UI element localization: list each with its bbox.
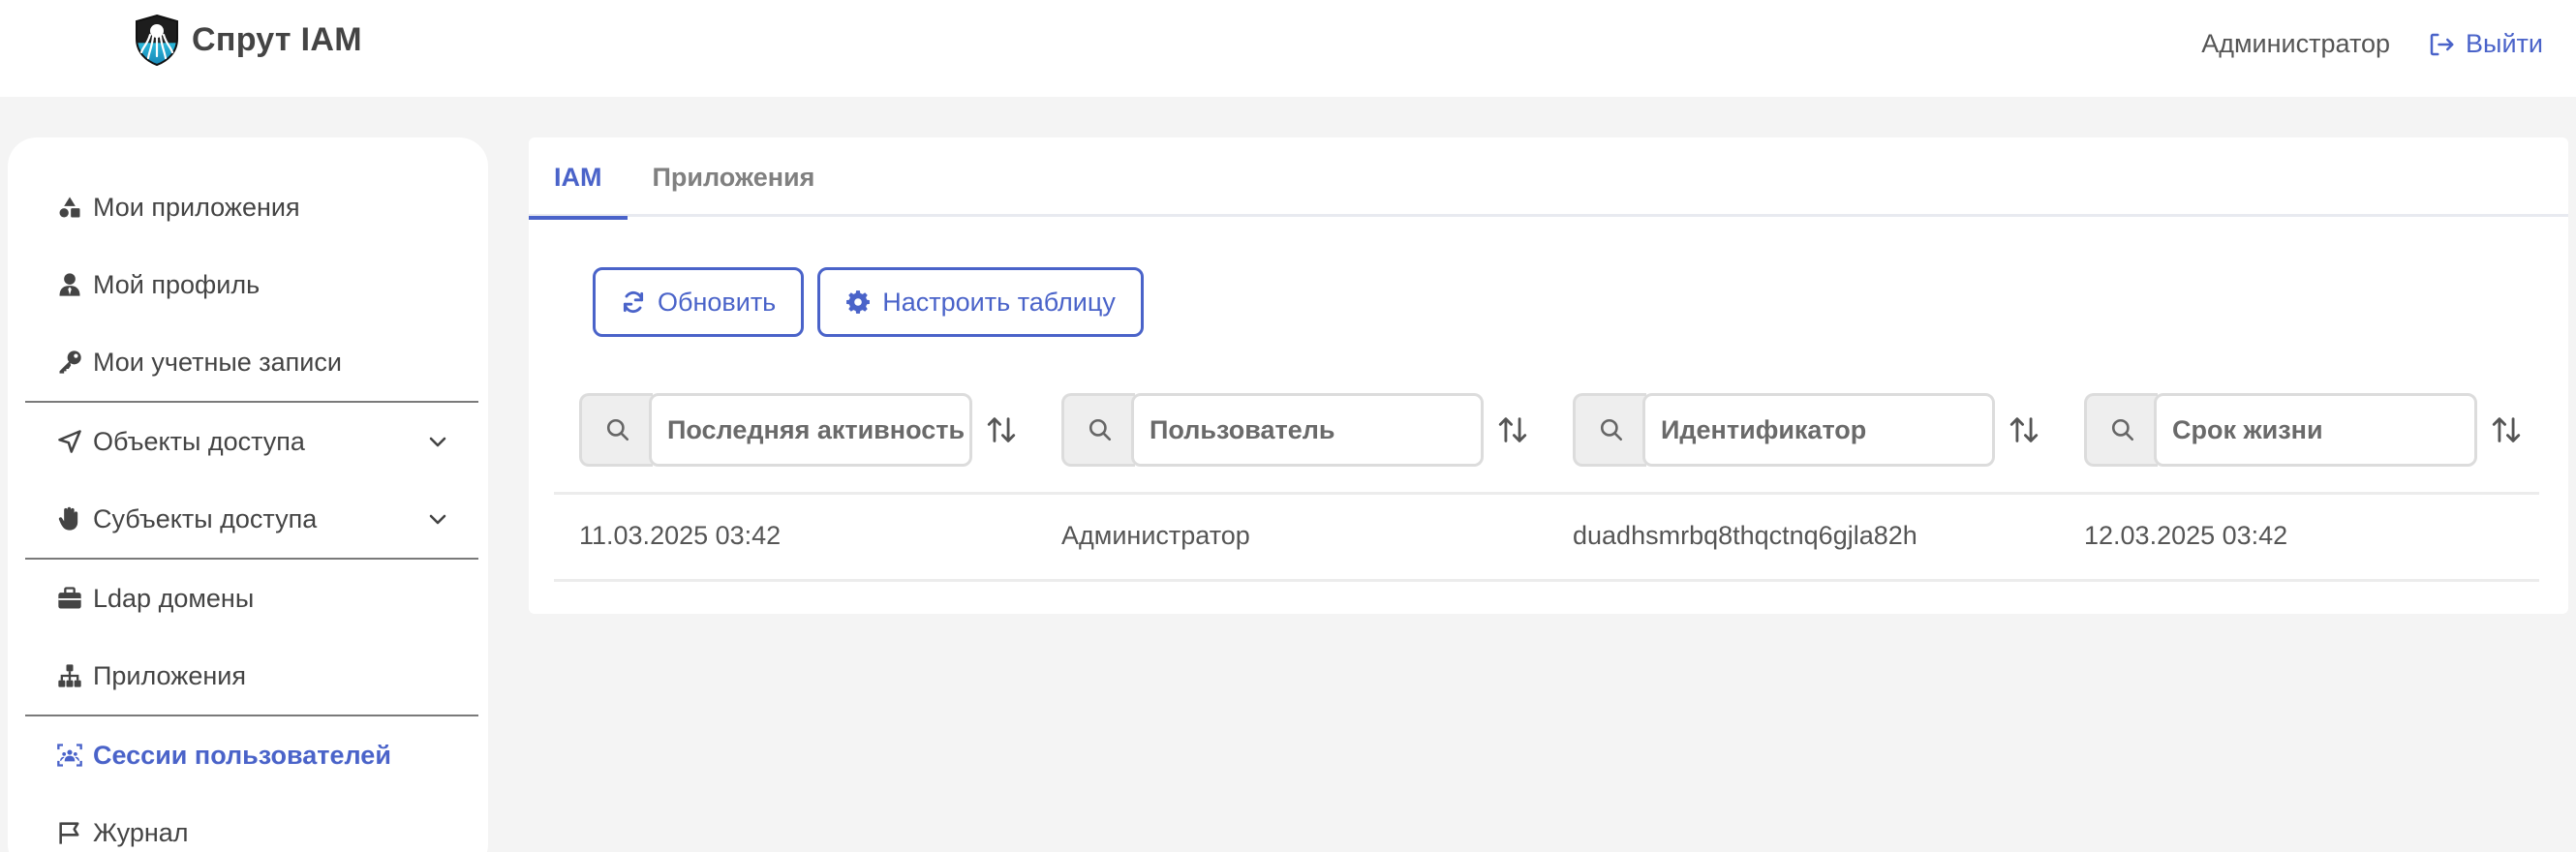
sidebar-item-label: Мои приложения	[93, 192, 300, 222]
search-icon	[1600, 418, 1622, 441]
logout-label: Выйти	[2466, 29, 2543, 58]
last-activity-filter-input[interactable]: Последняя активность	[649, 393, 972, 467]
sidebar-item-label: Сессии пользователей	[93, 740, 391, 770]
logout-button[interactable]: Выйти	[2427, 29, 2543, 59]
sidebar-item-applications[interactable]: Приложения	[25, 637, 478, 715]
configure-table-button[interactable]: Настроить таблицу	[817, 267, 1144, 337]
top-header: Спрут IAM Администратор Выйти	[0, 0, 2576, 97]
tab-iam[interactable]: IAM	[529, 137, 628, 220]
filter-user: Пользователь	[1061, 393, 1532, 467]
search-icon-box[interactable]	[2084, 393, 2158, 467]
sidebar-item-label: Приложения	[93, 660, 246, 690]
main-panel: IAM Приложения Обновить Настроить таблиц…	[529, 137, 2568, 614]
cell-lifetime: 12.03.2025 03:42	[2084, 521, 2288, 550]
table-divider	[554, 579, 2539, 582]
search-icon	[1089, 418, 1111, 441]
sidebar-item-my-accounts[interactable]: Мои учетные записи	[25, 323, 478, 401]
brand-name: Спрут IAM	[192, 20, 362, 58]
sidebar-item-user-sessions[interactable]: Сессии пользователей	[25, 716, 478, 794]
sidebar-item-label: Субъекты доступа	[93, 503, 318, 533]
lifetime-filter-input[interactable]: Срок жизни	[2154, 393, 2477, 467]
sidebar: Мои приложения Мой профиль Мои учетные з…	[8, 137, 488, 852]
sort-lifetime-button[interactable]	[2487, 411, 2526, 449]
search-icon-box[interactable]	[579, 393, 653, 467]
sort-arrows-icon	[1498, 417, 1527, 442]
sort-arrows-icon	[2009, 417, 2039, 442]
table-divider	[554, 492, 2539, 495]
users-scan-icon	[56, 742, 83, 769]
sidebar-item-label: Мой профиль	[93, 269, 261, 299]
current-user-name[interactable]: Администратор	[2201, 29, 2390, 59]
cell-identifier: duadhsmrbq8thqctnq6gjla82h	[1573, 521, 1917, 550]
identifier-filter-input[interactable]: Идентификатор	[1642, 393, 1995, 467]
sort-identifier-button[interactable]	[2005, 411, 2043, 449]
table-row[interactable]: 11.03.2025 03:42 Администратор duadhsmrb…	[529, 496, 2539, 579]
user-tie-icon	[56, 271, 83, 298]
toolbar: Обновить Настроить таблицу	[593, 267, 1144, 337]
column-filters: Последняя активность Пользователь Иденти…	[579, 393, 2535, 467]
octopus-shield-logo-icon	[136, 14, 178, 66]
sort-last-activity-button[interactable]	[982, 411, 1021, 449]
sidebar-item-label: Объекты доступа	[93, 426, 305, 456]
sidebar-item-my-apps[interactable]: Мои приложения	[25, 168, 478, 246]
sign-out-icon	[2430, 33, 2454, 55]
sort-user-button[interactable]	[1493, 411, 1532, 449]
chevron-down-icon[interactable]	[426, 430, 449, 453]
sort-arrows-icon	[987, 417, 1016, 442]
sidebar-group-personal: Мои приложения Мой профиль Мои учетные з…	[25, 168, 478, 401]
refresh-button[interactable]: Обновить	[593, 267, 805, 337]
sidebar-item-my-profile[interactable]: Мой профиль	[25, 246, 478, 323]
search-icon-box[interactable]	[1061, 393, 1135, 467]
briefcase-icon	[56, 585, 83, 612]
configure-table-label: Настроить таблицу	[882, 287, 1116, 317]
user-area: Администратор Выйти	[2201, 29, 2543, 59]
location-arrow-icon	[56, 428, 83, 455]
filter-identifier: Идентификатор	[1573, 393, 2043, 467]
shapes-icon	[56, 194, 83, 221]
tabs: IAM Приложения	[529, 137, 2568, 220]
flag-icon	[56, 819, 83, 846]
filter-last-activity: Последняя активность	[579, 393, 1021, 467]
sidebar-item-journal[interactable]: Журнал	[25, 794, 478, 852]
cell-user: Администратор	[1061, 521, 1250, 550]
sidebar-group-monitoring: Сессии пользователей Журнал	[25, 715, 478, 852]
cell-last-activity: 11.03.2025 03:42	[579, 521, 782, 550]
search-icon	[606, 418, 629, 441]
sidebar-group-system: Ldap домены Приложения	[25, 558, 478, 715]
sidebar-item-label: Мои учетные записи	[93, 347, 342, 377]
search-icon	[2111, 418, 2133, 441]
brand[interactable]: Спрут IAM	[134, 14, 362, 66]
refresh-label: Обновить	[658, 287, 777, 317]
tab-applications[interactable]: Приложения	[628, 137, 841, 217]
chevron-down-icon[interactable]	[426, 507, 449, 531]
key-icon	[56, 349, 83, 376]
sidebar-item-label: Ldap домены	[93, 583, 255, 613]
hand-icon	[56, 505, 83, 532]
sidebar-item-access-subjects[interactable]: Субъекты доступа	[25, 480, 478, 558]
sidebar-item-label: Журнал	[93, 817, 189, 847]
filter-lifetime: Срок жизни	[2084, 393, 2526, 467]
user-filter-input[interactable]: Пользователь	[1131, 393, 1484, 467]
sitemap-icon	[56, 662, 83, 689]
sidebar-item-access-objects[interactable]: Объекты доступа	[25, 403, 478, 480]
sidebar-group-access: Объекты доступа Субъекты доступа	[25, 401, 478, 558]
gear-icon	[846, 290, 871, 314]
sync-icon	[623, 290, 644, 314]
sort-arrows-icon	[2492, 417, 2521, 442]
search-icon-box[interactable]	[1573, 393, 1646, 467]
sidebar-item-ldap-domains[interactable]: Ldap домены	[25, 560, 478, 637]
